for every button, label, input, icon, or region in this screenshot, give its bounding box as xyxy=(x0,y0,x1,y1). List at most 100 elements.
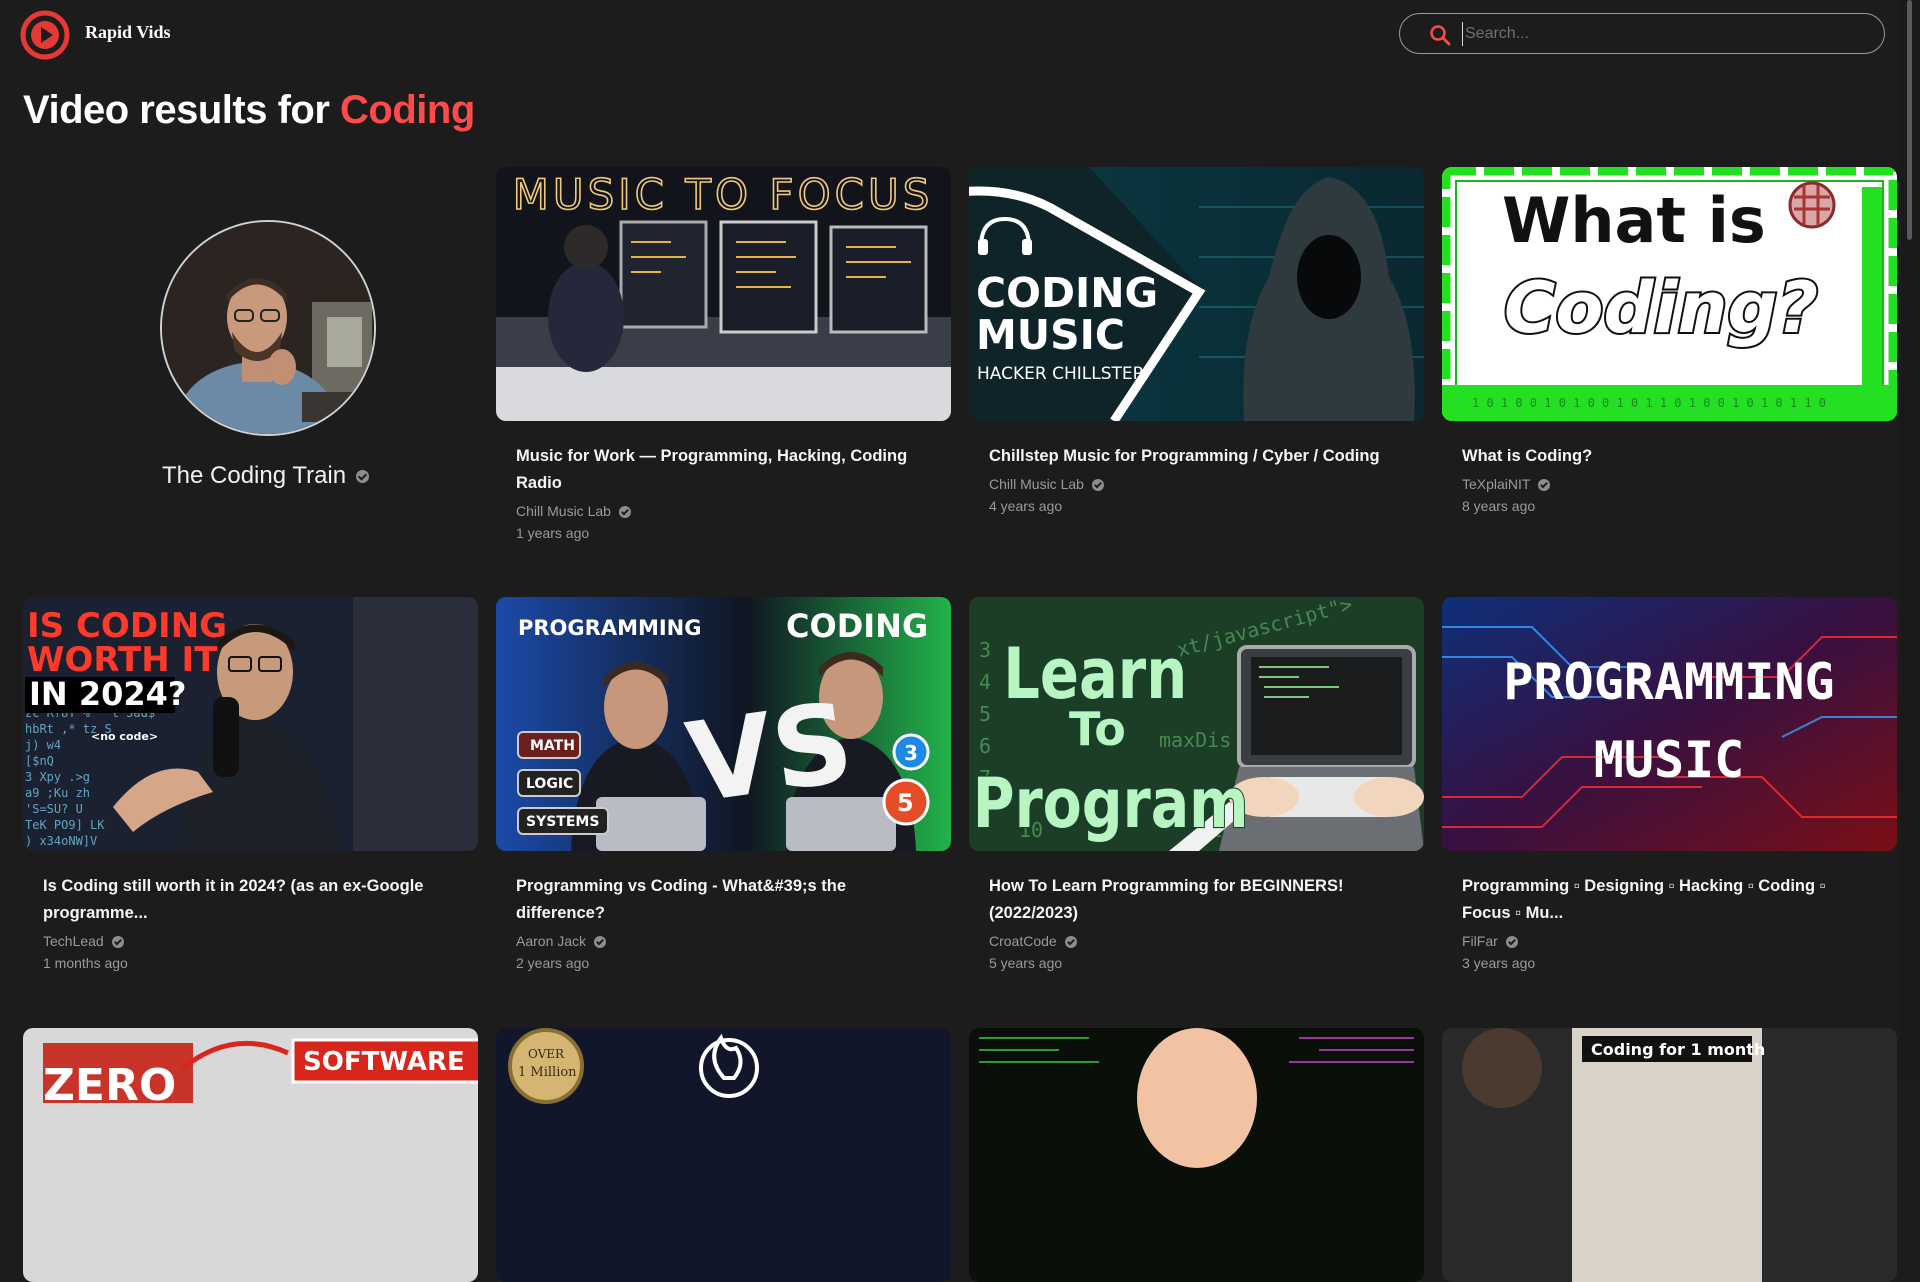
thumb-text: What is xyxy=(1502,184,1766,257)
video-age: 1 years ago xyxy=(516,525,590,541)
search-input[interactable] xyxy=(1462,22,1867,46)
video-channel[interactable]: TeXplaiNIT xyxy=(1462,476,1877,492)
video-channel[interactable]: Chill Music Lab xyxy=(516,503,931,519)
video-age: 8 years ago xyxy=(1462,498,1536,514)
video-thumbnail[interactable]: MUSIC TO FOCUS xyxy=(496,167,951,421)
video-channel[interactable]: TechLead xyxy=(43,933,458,949)
search-icon[interactable] xyxy=(1428,23,1452,47)
video-card[interactable]: zc R?8Y % ^ t 5ad$ hbRt ,* tz S j) w4 [$… xyxy=(23,597,478,971)
video-channel[interactable]: Chill Music Lab xyxy=(989,476,1404,492)
thumb-text: To xyxy=(1069,702,1126,756)
video-thumbnail[interactable]: zc R?8Y % ^ t 5ad$ hbRt ,* tz S j) w4 [$… xyxy=(23,597,478,851)
video-age: 3 years ago xyxy=(1462,955,1536,971)
video-title[interactable]: What is Coding? xyxy=(1462,443,1877,470)
video-title[interactable]: Music for Work — Programming, Hacking, C… xyxy=(516,443,931,497)
svg-text:5: 5 xyxy=(979,702,991,726)
thumb-text: VS xyxy=(680,678,861,828)
video-thumbnail[interactable]: 1 0 1 0 0 1 0 1 0 0 1 0 1 1 0 1 0 0 1 0 … xyxy=(1442,167,1897,421)
thumb-text: <no code> xyxy=(91,730,158,743)
video-channel[interactable]: FilFar xyxy=(1462,933,1877,949)
video-card[interactable]: 1 0 1 0 0 1 0 1 0 0 1 0 1 1 0 1 0 0 1 0 … xyxy=(1442,167,1897,514)
video-title[interactable]: Chillstep Music for Programming / Cyber … xyxy=(989,443,1404,470)
channel-avatar-image xyxy=(162,222,374,434)
thumb-text: MUSIC xyxy=(976,311,1125,359)
verified-icon xyxy=(1064,936,1077,949)
results-prefix: Video results for xyxy=(23,88,330,132)
thumb-text: CODING xyxy=(786,607,928,645)
rapid-vids-logo-icon[interactable] xyxy=(20,10,70,60)
svg-text:6: 6 xyxy=(979,734,991,758)
video-title[interactable]: Programming ▫ Designing ▫ Hacking ▫ Codi… xyxy=(1462,873,1877,927)
svg-text:maxDis: maxDis xyxy=(1159,728,1231,752)
video-channel[interactable]: Aaron Jack xyxy=(516,933,931,949)
thumb-text: WORTH IT xyxy=(27,640,218,680)
video-age: 1 months ago xyxy=(43,955,128,971)
video-title[interactable]: Programming vs Coding - What&#39;s the d… xyxy=(516,873,931,927)
video-card[interactable]: CODING MUSIC HACKER CHILLSTEP Chillstep … xyxy=(969,167,1424,514)
page-title: Video results for Coding xyxy=(23,88,475,133)
thumb-text: ZERO xyxy=(43,1060,176,1111)
thumb-text: HACKER CHILLSTEP xyxy=(977,364,1143,384)
thumb-text: Coding? xyxy=(1504,267,1818,349)
svg-text:a9 ;Ku zh: a9 ;Ku zh xyxy=(25,786,90,800)
svg-text:) x34oNW]V: ) x34oNW]V xyxy=(25,834,97,848)
top-bar: Rapid Vids xyxy=(0,0,1900,68)
video-age: 5 years ago xyxy=(989,955,1063,971)
video-thumbnail[interactable]: PROGRAMMING MUSIC xyxy=(1442,597,1897,851)
thumb-text: MUSIC xyxy=(1594,731,1745,789)
thumb-text: MATH xyxy=(530,738,575,754)
thumb-text: SOFTWARE xyxy=(303,1047,465,1077)
video-channel[interactable]: CroatCode xyxy=(989,933,1404,949)
search-bar[interactable] xyxy=(1399,13,1885,54)
thumb-text: PROGRAMMING xyxy=(1503,653,1834,711)
svg-text:'S=SU? U: 'S=SU? U xyxy=(25,802,83,816)
video-card[interactable] xyxy=(969,1028,1424,1282)
video-age: 2 years ago xyxy=(516,955,590,971)
svg-text:TeK PO9] LK: TeK PO9] LK xyxy=(25,818,105,832)
video-card[interactable]: VS PROGRAMMING CODING MATH LOGIC SYSTEMS… xyxy=(496,597,951,971)
thumb-text: Program xyxy=(973,763,1249,844)
video-thumbnail[interactable]: CODING MUSIC HACKER CHILLSTEP xyxy=(969,167,1424,421)
verified-icon xyxy=(1091,479,1104,492)
thumb-text: CODING xyxy=(976,269,1158,317)
video-thumbnail[interactable]: 3456710 xt/javascript"> maxDiselseDay Le… xyxy=(969,597,1424,851)
channel-avatar[interactable] xyxy=(160,220,376,436)
video-title[interactable]: How To Learn Programming for BEGINNERS! … xyxy=(989,873,1404,927)
thumb-text: MUSIC TO FOCUS xyxy=(513,170,934,219)
video-title[interactable]: Is Coding still worth it in 2024? (as an… xyxy=(43,873,458,927)
thumb-text: Coding for 1 month xyxy=(1591,1040,1765,1059)
svg-text:1 0 1 0 0 1 0 1 0 0 1 0 1 1 0: 1 0 1 0 0 1 0 1 0 0 1 0 1 1 0 1 0 0 1 0 … xyxy=(1472,396,1826,410)
video-card[interactable]: Coding for 1 month xyxy=(1442,1028,1897,1282)
video-card[interactable]: SOFTWARE ZERO xyxy=(23,1028,478,1282)
page-scrollbar[interactable] xyxy=(1900,0,1920,1080)
svg-text:3 Xpy .>g: 3 Xpy .>g xyxy=(25,770,90,784)
video-card[interactable]: 3456710 xt/javascript"> maxDiselseDay Le… xyxy=(969,597,1424,971)
video-thumbnail[interactable]: VS PROGRAMMING CODING MATH LOGIC SYSTEMS… xyxy=(496,597,951,851)
search-query: Coding xyxy=(340,88,475,132)
verified-icon xyxy=(1505,936,1518,949)
app-name[interactable]: Rapid Vids xyxy=(85,22,171,43)
video-card[interactable]: MUSIC TO FOCUS Music for Work — Programm… xyxy=(496,167,951,541)
svg-text:4: 4 xyxy=(979,670,991,694)
thumb-text: 1 Million xyxy=(518,1065,577,1080)
scrollbar-thumb[interactable] xyxy=(1907,0,1912,240)
video-thumbnail[interactable]: SOFTWARE ZERO xyxy=(23,1028,478,1282)
video-thumbnail[interactable]: OVER 1 Million xyxy=(496,1028,951,1282)
thumb-text: IN 2024? xyxy=(29,675,186,713)
thumb-text: SYSTEMS xyxy=(526,814,599,830)
video-card[interactable]: OVER 1 Million xyxy=(496,1028,951,1282)
video-card[interactable]: PROGRAMMING MUSIC Programming ▫ Designin… xyxy=(1442,597,1897,971)
verified-icon xyxy=(594,936,607,949)
svg-text:5: 5 xyxy=(897,789,914,817)
verified-icon xyxy=(111,936,124,949)
channel-name-label: The Coding Train xyxy=(162,462,347,489)
svg-text:j) w4: j) w4 xyxy=(25,738,61,752)
svg-text:3: 3 xyxy=(979,638,991,662)
video-thumbnail[interactable]: Coding for 1 month xyxy=(1442,1028,1897,1282)
video-age: 4 years ago xyxy=(989,498,1063,514)
video-thumbnail[interactable] xyxy=(969,1028,1424,1282)
channel-name[interactable]: The Coding Train xyxy=(162,462,370,490)
thumb-text: PROGRAMMING xyxy=(518,616,702,640)
thumb-text: OVER xyxy=(528,1047,565,1061)
svg-text:[$nQ: [$nQ xyxy=(25,754,54,768)
